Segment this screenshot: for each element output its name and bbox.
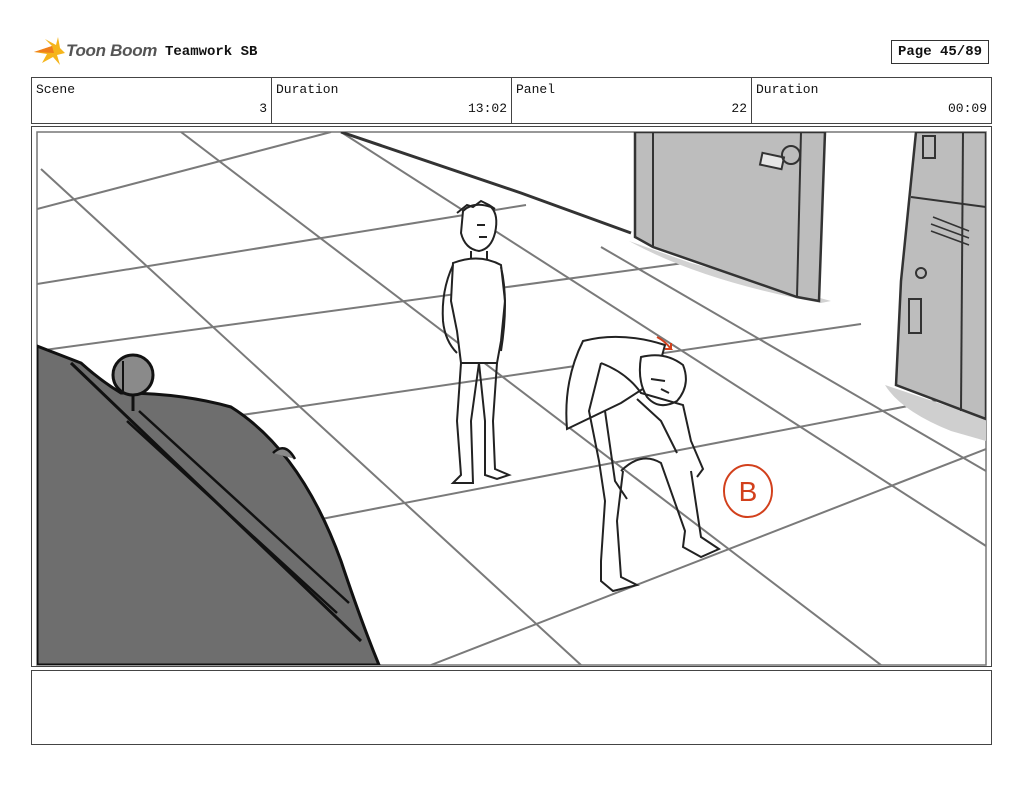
panel-cell: Panel 22 (512, 78, 752, 123)
panel-duration-label: Duration (756, 82, 819, 97)
toon-boom-logo: Toon Boom (32, 36, 158, 68)
logo-text: Toon Boom (66, 41, 158, 60)
scene-duration-value: 13:02 (467, 101, 507, 116)
scene-duration-cell: Duration 13:02 (272, 78, 512, 123)
scene-cell: Scene 3 (32, 78, 272, 123)
scene-label: Scene (36, 82, 76, 97)
panel-notes-box (31, 670, 992, 745)
panel-duration-cell: Duration 00:09 (752, 78, 991, 123)
scene-duration-label: Duration (276, 82, 339, 97)
panel-value: 22 (731, 101, 747, 116)
project-title: Teamwork SB (165, 44, 258, 60)
storyboard-panel: B (31, 126, 992, 667)
panel-info-table: Scene 3 Duration 13:02 Panel 22 Duration… (31, 77, 992, 124)
annotation-letter: B (739, 476, 758, 507)
page-indicator: Page 45/89 (891, 40, 989, 64)
panel-label: Panel (516, 82, 556, 97)
panel-drawing: B (36, 131, 987, 666)
panel-duration-value: 00:09 (947, 101, 987, 116)
toon-boom-star-icon (34, 37, 65, 65)
scene-value: 3 (259, 101, 267, 116)
